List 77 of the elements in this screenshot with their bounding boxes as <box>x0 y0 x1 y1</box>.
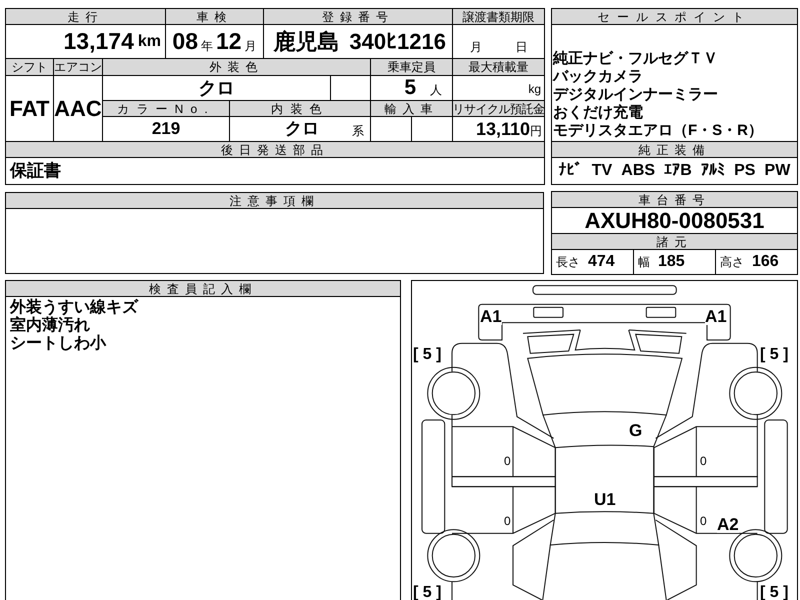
equipment-item: ABS <box>621 161 656 181</box>
column-header: 純正装備 <box>552 142 797 157</box>
chassis-number: AXUH80-0080531 <box>552 208 797 233</box>
column-header: 輸入車 <box>371 101 452 116</box>
tire-rating: [ 5 ] <box>760 347 788 363</box>
sale-point-text: おくだけ充電 <box>553 104 644 122</box>
unit-label: 人 <box>430 82 442 99</box>
column-header: 注意事項欄 <box>6 193 543 208</box>
equipment-item: ｴｱB <box>664 161 692 181</box>
equipment-item: PW <box>764 161 790 181</box>
column-header: 最大積載量 <box>453 59 544 75</box>
capacity-value: 5 <box>404 75 416 102</box>
unit-label: 系 <box>352 123 364 140</box>
damage-code: G <box>629 422 642 439</box>
column-header: 外装色 <box>103 59 370 75</box>
interior-color-value: クロ <box>285 118 319 140</box>
inspector-note-text: 室内薄汚れ <box>10 317 91 334</box>
year-value: 08 <box>172 27 198 56</box>
unit-label: 円 <box>530 123 542 140</box>
unit-label: kg <box>528 81 541 98</box>
door-mark: 0 <box>700 515 707 527</box>
damage-code: U1 <box>594 491 616 508</box>
spec-label: 高さ <box>720 254 744 271</box>
inspector-note-text: シートしわ小 <box>10 335 108 353</box>
aircon-value: AAC <box>54 76 102 141</box>
column-header: シフト <box>6 59 53 75</box>
unit-label: 日 <box>515 39 528 56</box>
spec-label: 幅 <box>638 254 650 271</box>
door-mark: 0 <box>700 455 707 467</box>
registration-region: 鹿児島 <box>273 28 340 56</box>
column-header: 内装色 <box>230 101 370 116</box>
column-header: 乗車定員 <box>371 59 452 75</box>
unit-label: 年 <box>201 38 213 54</box>
tire-rating: [ 5 ] <box>413 347 442 363</box>
column-header: セールスポイント <box>552 9 797 24</box>
equipment-item: PS <box>734 161 756 181</box>
spec-value: 166 <box>752 252 779 272</box>
registration-number: 340ﾋ1216 <box>349 28 446 56</box>
equipment-item: TV <box>592 161 612 181</box>
column-header: 登録番号 <box>264 9 452 24</box>
tire-rating: [ 5 ] <box>413 585 442 600</box>
recycle-fee-value: 13,110 <box>476 118 530 140</box>
sale-point-text: バックカメラ <box>553 68 644 86</box>
column-header: カラーNo. <box>103 101 229 116</box>
column-header: エアコン <box>54 59 102 75</box>
equipment-item: ﾅﾋﾞ <box>558 160 583 181</box>
column-header: 車台番号 <box>552 192 797 207</box>
column-header: 諸元 <box>552 234 797 249</box>
shift-value: FAT <box>6 76 53 141</box>
door-mark: 0 <box>504 455 511 467</box>
unit-label: 月 <box>470 39 482 56</box>
spec-label: 長さ <box>556 254 580 271</box>
equipment-item: ｱﾙﾐ <box>700 161 725 181</box>
column-header: リサイクル預託金 <box>453 101 544 116</box>
column-header: 検査員記入欄 <box>6 281 400 296</box>
inspector-note-text: 外装うすい線キズ <box>10 299 140 316</box>
column-header: 譲渡書類期限 <box>453 9 544 24</box>
sale-point-text: モデリスタエアロ（F・S・R） <box>553 122 764 140</box>
mileage-value: 13,174 <box>64 27 134 56</box>
spec-value: 185 <box>658 252 685 272</box>
door-mark: 0 <box>504 515 511 527</box>
damage-code: A1 <box>705 308 727 325</box>
spec-value: 474 <box>588 252 615 272</box>
tire-rating: [ 5 ] <box>760 585 788 600</box>
sale-point-text: デジタルインナーミラー <box>553 86 719 104</box>
exterior-color-value: クロ <box>103 76 330 100</box>
damage-code: A2 <box>717 516 739 533</box>
column-header: 走行 <box>6 9 165 24</box>
later-parts-value: 保証書 <box>6 158 544 184</box>
column-header: 車検 <box>166 9 263 24</box>
column-header: 後日発送部品 <box>6 142 544 157</box>
damage-code: A1 <box>480 308 502 325</box>
color-number-value: 219 <box>103 117 229 141</box>
month-value: 12 <box>216 27 242 56</box>
unit-label: km <box>138 32 161 52</box>
sale-point-text: 純正ナビ・フルセグＴＶ <box>553 50 719 68</box>
unit-label: 月 <box>244 38 257 54</box>
